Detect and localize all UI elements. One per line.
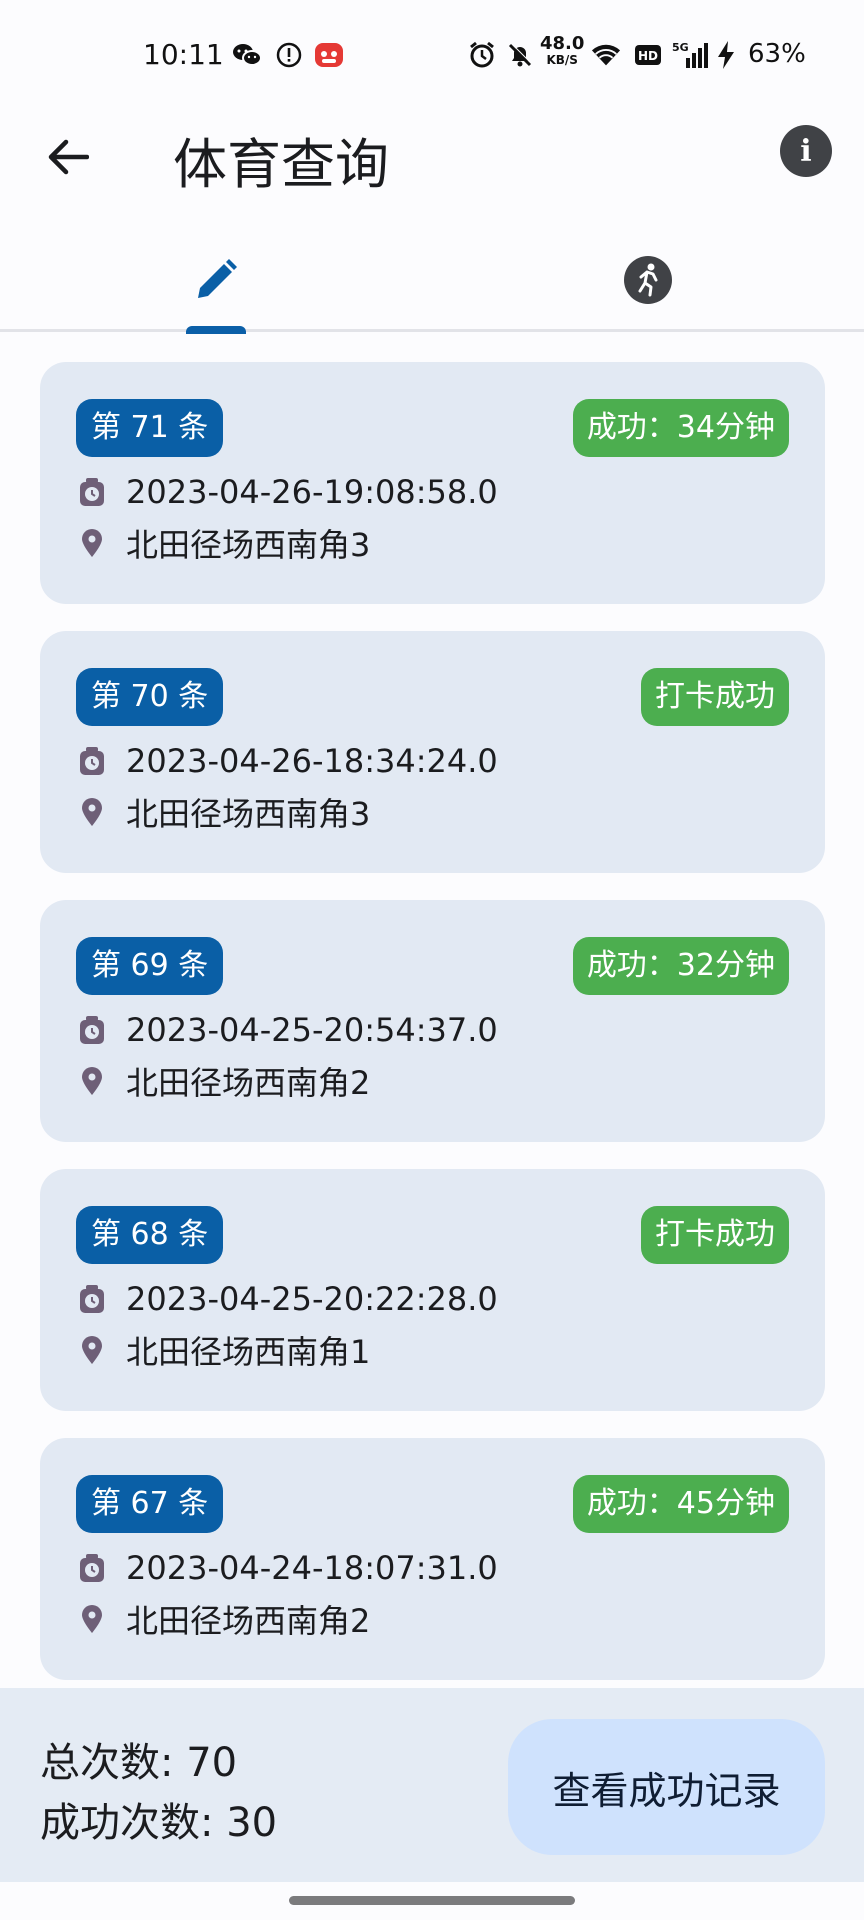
location-pin-icon xyxy=(76,1330,108,1370)
pencil-icon xyxy=(198,259,237,298)
home-indicator[interactable] xyxy=(289,1896,575,1905)
back-button[interactable] xyxy=(38,127,98,187)
status-bar: 10:11 48.0 KB/S HD 5G 63% xyxy=(0,0,864,110)
record-time: 2023-04-25-20:22:28.0 xyxy=(126,1280,498,1318)
record-time: 2023-04-24-18:07:31.0 xyxy=(126,1549,498,1587)
wifi-icon xyxy=(591,40,621,70)
record-status-badge: 成功：45分钟 xyxy=(572,1475,789,1533)
tab-running[interactable] xyxy=(432,230,864,330)
timer-icon xyxy=(76,472,108,512)
record-location: 北田径场西南角3 xyxy=(126,795,371,833)
net-speed: 48.0 KB/S xyxy=(540,33,585,68)
record-card[interactable]: 第 69 条 成功：32分钟 2023-04-25-20:54:37.0 北田径… xyxy=(40,900,825,1142)
charging-icon xyxy=(715,40,737,70)
summary-footer: 总次数: 70 成功次数: 30 查看成功记录 xyxy=(0,1688,864,1882)
record-card[interactable]: 第 71 条 成功：34分钟 2023-04-26-19:08:58.0 北田径… xyxy=(40,362,825,604)
record-number-badge: 第 67 条 xyxy=(76,1475,224,1533)
timer-icon xyxy=(76,1279,108,1319)
alarm-icon xyxy=(467,40,497,70)
tab-indicator xyxy=(186,326,246,334)
app-bar: 体育查询 i xyxy=(0,110,864,230)
record-time-row: 2023-04-25-20:54:37.0 xyxy=(76,1010,498,1050)
record-card[interactable]: 第 70 条 打卡成功 2023-04-26-18:34:24.0 北田径场西南… xyxy=(40,631,825,873)
timer-icon xyxy=(76,1548,108,1588)
info-button[interactable]: i xyxy=(780,125,832,177)
record-location-row: 北田径场西南角2 xyxy=(76,1058,370,1104)
success-count: 成功次数: 30 xyxy=(40,1800,278,1846)
tab-bar xyxy=(0,230,864,334)
record-location: 北田径场西南角3 xyxy=(126,526,371,564)
record-card[interactable]: 第 67 条 成功：45分钟 2023-04-24-18:07:31.0 北田径… xyxy=(40,1438,825,1680)
timer-icon xyxy=(76,1010,108,1050)
record-location: 北田径场西南角2 xyxy=(126,1064,371,1102)
location-pin-icon xyxy=(76,1599,108,1639)
record-time-row: 2023-04-24-18:07:31.0 xyxy=(76,1548,498,1588)
record-status-badge: 成功：32分钟 xyxy=(572,937,789,995)
battery-level: 63% xyxy=(748,39,806,69)
record-number-badge: 第 70 条 xyxy=(76,668,224,726)
record-number-badge: 第 69 条 xyxy=(76,937,224,995)
status-time: 10:11 xyxy=(143,38,224,71)
record-location-row: 北田径场西南角3 xyxy=(76,520,370,566)
record-number-badge: 第 71 条 xyxy=(76,399,224,457)
record-time: 2023-04-25-20:54:37.0 xyxy=(126,1011,498,1049)
app-notification-icon xyxy=(314,40,344,70)
hd-icon: HD xyxy=(633,40,663,70)
view-success-records-button[interactable]: 查看成功记录 xyxy=(508,1719,825,1855)
record-card[interactable]: 第 68 条 打卡成功 2023-04-25-20:22:28.0 北田径场西南… xyxy=(40,1169,825,1411)
info-icon: i xyxy=(800,133,812,169)
record-location: 北田径场西南角1 xyxy=(126,1333,371,1371)
record-status-badge: 成功：34分钟 xyxy=(572,399,789,457)
arrow-left-icon xyxy=(48,139,89,175)
location-pin-icon xyxy=(76,523,108,563)
wechat-icon xyxy=(232,40,262,70)
record-location-row: 北田径场西南角2 xyxy=(76,1596,370,1642)
signal-icon: 5G xyxy=(672,40,710,70)
svg-text:5G: 5G xyxy=(672,41,689,54)
record-time-row: 2023-04-26-19:08:58.0 xyxy=(76,472,498,512)
alert-circle-icon xyxy=(274,40,304,70)
location-pin-icon xyxy=(76,1061,108,1101)
mute-bell-icon xyxy=(505,40,535,70)
record-time-row: 2023-04-26-18:34:24.0 xyxy=(76,741,498,781)
record-time: 2023-04-26-19:08:58.0 xyxy=(126,473,498,511)
running-icon xyxy=(624,256,672,304)
record-location: 北田径场西南角2 xyxy=(126,1602,371,1640)
record-list: 第 71 条 成功：34分钟 2023-04-26-19:08:58.0 北田径… xyxy=(40,362,825,1707)
record-location-row: 北田径场西南角3 xyxy=(76,789,370,835)
record-number-badge: 第 68 条 xyxy=(76,1206,224,1264)
page-title: 体育查询 xyxy=(173,133,389,196)
record-status-badge: 打卡成功 xyxy=(641,668,789,726)
location-pin-icon xyxy=(76,792,108,832)
record-location-row: 北田径场西南角1 xyxy=(76,1327,370,1373)
tab-edit[interactable] xyxy=(0,230,432,330)
total-count: 总次数: 70 xyxy=(40,1740,238,1786)
record-time-row: 2023-04-25-20:22:28.0 xyxy=(76,1279,498,1319)
svg-text:HD: HD xyxy=(638,49,658,63)
timer-icon xyxy=(76,741,108,781)
record-time: 2023-04-26-18:34:24.0 xyxy=(126,742,498,780)
record-status-badge: 打卡成功 xyxy=(641,1206,789,1264)
